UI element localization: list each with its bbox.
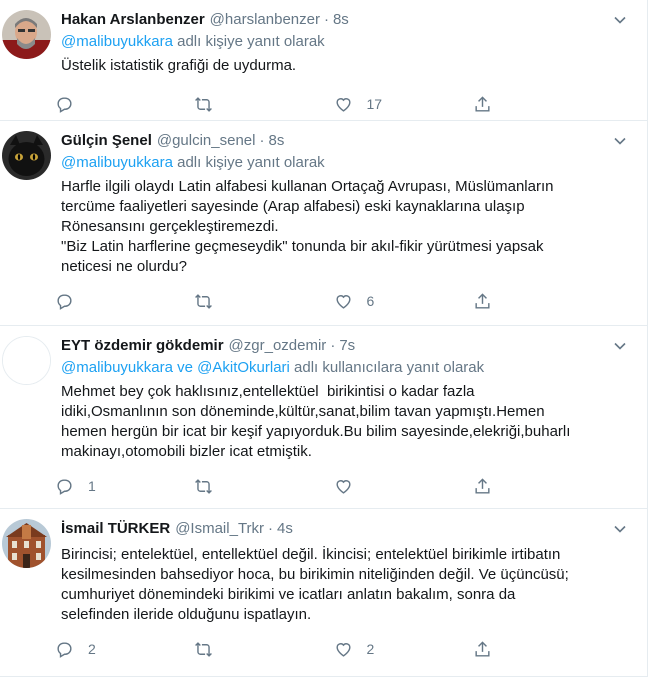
retweet-button[interactable]	[194, 292, 333, 311]
separator-dot: ·	[268, 520, 274, 537]
retweet-button[interactable]	[194, 95, 333, 114]
chevron-down-icon[interactable]	[613, 13, 627, 27]
tweet[interactable]: İsmail TÜRKER @Ismail_Trkr · 4s Birincis…	[0, 509, 647, 677]
tweet-header: Hakan Arslanbenzer @harslanbenzer · 8s	[61, 10, 612, 30]
like-button[interactable]	[334, 477, 473, 496]
reply-context-label: adlı kişiye yanıt olarak	[172, 154, 325, 171]
avatar[interactable]	[2, 131, 51, 180]
retweet-button[interactable]	[194, 640, 333, 659]
avatar-column	[0, 131, 61, 325]
retweet-icon	[195, 641, 213, 657]
reply-button[interactable]	[55, 95, 194, 114]
tweet-text: Mehmet bey çok haklısınız,entellektüel b…	[61, 383, 571, 460]
reply-count: 1	[88, 478, 96, 494]
timestamp[interactable]: 8s	[268, 131, 284, 151]
timestamp[interactable]: 8s	[333, 10, 349, 30]
tweet-header: EYT özdemir gökdemir @zgr_ozdemir · 7s	[61, 336, 612, 356]
reply-context-label: adlı kişiye yanıt olarak	[172, 33, 325, 50]
display-name[interactable]: İsmail TÜRKER	[61, 519, 170, 539]
avatar-column	[0, 10, 61, 120]
tweet-content: EYT özdemir gökdemir @zgr_ozdemir · 7s @…	[57, 336, 632, 508]
chevron-down-icon[interactable]	[613, 134, 627, 148]
reply-icon	[57, 96, 72, 113]
share-button[interactable]	[473, 640, 612, 659]
reply-context: @malibuyukkara ve @AkitOkurlari adlı kul…	[61, 358, 612, 378]
heart-icon	[335, 642, 351, 657]
reply-context: @malibuyukkara adlı kişiye yanıt olarak	[61, 153, 612, 173]
heart-icon	[335, 97, 351, 112]
reply-icon	[57, 478, 72, 495]
reply-button[interactable]	[55, 292, 194, 311]
like-button[interactable]: 17	[334, 95, 473, 114]
user-handle[interactable]: @zgr_ozdemir	[229, 336, 327, 356]
separator-dot: ·	[259, 132, 265, 149]
tweet-content: İsmail TÜRKER @Ismail_Trkr · 4s Birincis…	[57, 519, 632, 676]
chevron-down-icon[interactable]	[613, 522, 627, 536]
separator-dot: ·	[323, 11, 329, 28]
user-handle[interactable]: @Ismail_Trkr	[175, 519, 264, 539]
retweet-icon	[195, 478, 213, 494]
share-icon	[475, 95, 490, 112]
retweet-icon	[195, 96, 213, 112]
user-handle[interactable]: @harslanbenzer	[210, 10, 320, 30]
reply-icon	[57, 641, 72, 658]
avatar[interactable]	[2, 10, 51, 59]
user-handle[interactable]: @gulcin_senel	[157, 131, 256, 151]
tweet-header: Gülçin Şenel @gulcin_senel · 8s	[61, 131, 612, 151]
heart-icon	[335, 479, 351, 494]
share-button[interactable]	[473, 292, 612, 311]
share-button[interactable]	[473, 477, 612, 496]
avatar-column	[0, 519, 61, 676]
avatar[interactable]	[2, 336, 51, 385]
heart-icon	[335, 294, 351, 309]
mention-link[interactable]: @malibuyukkara	[61, 359, 173, 376]
chevron-down-icon[interactable]	[613, 339, 627, 353]
avatar[interactable]	[2, 519, 51, 568]
separator-dot: ·	[330, 337, 336, 354]
tweet-content: Gülçin Şenel @gulcin_senel · 8s @malibuy…	[57, 131, 632, 325]
reply-button[interactable]: 2	[55, 640, 194, 659]
mention-link[interactable]: @malibuyukkara	[61, 33, 173, 50]
tweet[interactable]: EYT özdemir gökdemir @zgr_ozdemir · 7s @…	[0, 326, 647, 509]
display-name[interactable]: Gülçin Şenel	[61, 131, 152, 151]
reply-count: 2	[88, 641, 96, 657]
tweet-text: Harfle ilgili olaydı Latin alfabesi kull…	[61, 178, 554, 275]
tweet-header: İsmail TÜRKER @Ismail_Trkr · 4s	[61, 519, 612, 539]
display-name[interactable]: Hakan Arslanbenzer	[61, 10, 205, 30]
like-button[interactable]: 6	[334, 292, 473, 311]
reply-icon	[57, 293, 72, 310]
tweet-actions: 17	[55, 84, 612, 124]
like-count: 17	[366, 96, 383, 112]
avatar-column	[0, 336, 61, 508]
reply-button[interactable]: 1	[55, 477, 194, 496]
mention-link[interactable]: @AkitOkurlari	[197, 359, 290, 376]
like-count: 2	[366, 641, 375, 657]
tweet-text: Birincisi; entelektüel, entellektüel değ…	[61, 546, 569, 623]
like-count: 6	[366, 293, 375, 309]
tweet-text: Üstelik istatistik grafiği de uydurma.	[61, 57, 297, 74]
timestamp[interactable]: 4s	[277, 519, 293, 539]
mention-separator: ve	[172, 359, 198, 376]
reply-context: @malibuyukkara adlı kişiye yanıt olarak	[61, 32, 612, 52]
share-icon	[475, 640, 490, 657]
tweet[interactable]: Hakan Arslanbenzer @harslanbenzer · 8s @…	[0, 0, 647, 121]
timestamp[interactable]: 7s	[339, 336, 355, 356]
reply-context-label: adlı kullanıcılara yanıt olarak	[289, 359, 485, 376]
share-icon	[475, 477, 490, 494]
retweet-button[interactable]	[194, 477, 333, 496]
tweet[interactable]: Gülçin Şenel @gulcin_senel · 8s @malibuy…	[0, 121, 647, 326]
tweet-actions: 2 2	[55, 629, 612, 669]
retweet-icon	[195, 293, 213, 309]
tweet-content: Hakan Arslanbenzer @harslanbenzer · 8s @…	[57, 10, 632, 120]
tweet-actions: 1	[55, 466, 612, 506]
share-icon	[475, 292, 490, 309]
timeline: Hakan Arslanbenzer @harslanbenzer · 8s @…	[0, 0, 648, 677]
tweet-actions: 6	[55, 281, 612, 321]
like-button[interactable]: 2	[334, 640, 473, 659]
mention-link[interactable]: @malibuyukkara	[61, 154, 173, 171]
share-button[interactable]	[473, 95, 612, 114]
display-name[interactable]: EYT özdemir gökdemir	[61, 336, 224, 356]
